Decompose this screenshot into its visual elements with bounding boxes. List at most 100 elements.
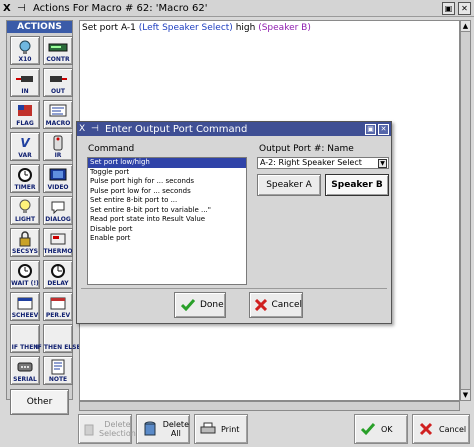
tool-label: PER.EV bbox=[45, 312, 71, 319]
output-port-select[interactable]: A-2: Right Speaker Select ▼ bbox=[257, 157, 389, 169]
actions-palette: ACTIONS X10 CONTR IN OUT FLAG MACRO V VA… bbox=[6, 20, 81, 415]
light-icon bbox=[18, 197, 32, 216]
print-button[interactable]: Print bbox=[194, 414, 248, 444]
palette-header: ACTIONS bbox=[7, 21, 72, 33]
pin-icon[interactable]: ⊣ bbox=[17, 3, 29, 14]
tool-light[interactable]: LIGHT bbox=[10, 196, 40, 225]
vertical-scrollbar[interactable]: ▲ ▼ bbox=[460, 20, 471, 401]
tool-label: IR bbox=[54, 152, 62, 159]
command-item[interactable]: Enable port bbox=[88, 234, 246, 244]
tool-perev[interactable]: PER.EV bbox=[43, 292, 73, 321]
cancel-main-button[interactable]: Cancel bbox=[412, 414, 470, 444]
delete-all-icon bbox=[141, 420, 159, 438]
tool-serial[interactable]: SERIAL bbox=[10, 356, 40, 385]
printer-icon bbox=[199, 420, 217, 438]
delete-all-button[interactable]: Delete All bbox=[136, 414, 190, 444]
chevron-down-icon[interactable]: ▼ bbox=[378, 159, 387, 168]
tool-label: VAR bbox=[18, 152, 32, 159]
command-list[interactable]: Set port low/high Toggle port Pulse port… bbox=[87, 157, 247, 285]
tool-label: SCHEEV bbox=[11, 312, 39, 319]
serial-icon bbox=[16, 357, 34, 376]
action-port: (Left Speaker Select) bbox=[138, 23, 233, 33]
dialog-divider bbox=[81, 288, 387, 289]
cancel-x-icon bbox=[417, 420, 435, 438]
dialog-titlebar: X ⊣ Enter Output Port Command ▣ ✕ bbox=[77, 122, 391, 136]
input-icon bbox=[15, 69, 35, 88]
horizontal-scrollbar[interactable] bbox=[79, 401, 460, 411]
tool-ir[interactable]: IR bbox=[43, 132, 73, 161]
dialog-maximize-button[interactable]: ▣ bbox=[365, 123, 376, 135]
tool-note[interactable]: NOTE bbox=[43, 356, 73, 385]
delete-selection-label-1: Delete bbox=[104, 420, 131, 429]
tool-label: SECSYS bbox=[12, 248, 38, 255]
command-item[interactable]: Disable port bbox=[88, 225, 246, 235]
window-title: Actions For Macro # 62: 'Macro 62' bbox=[33, 2, 208, 14]
tool-label: VIDEO bbox=[47, 184, 69, 191]
speaker-a-button[interactable]: Speaker A bbox=[257, 174, 321, 196]
command-item[interactable]: Set entire 8-bit port to variable ..." bbox=[88, 206, 246, 216]
window-titlebar: X ⊣ Actions For Macro # 62: 'Macro 62' ▣… bbox=[0, 0, 474, 17]
macro-icon bbox=[49, 101, 67, 120]
command-item[interactable]: Toggle port bbox=[88, 168, 246, 178]
tool-if-then-else[interactable]: IF THEN ELSE bbox=[35, 324, 81, 353]
delay-icon bbox=[50, 261, 66, 280]
tool-in[interactable]: IN bbox=[10, 68, 40, 97]
dialog-icon bbox=[50, 197, 66, 216]
command-item[interactable]: Pulse port high for ... seconds bbox=[88, 177, 246, 187]
tool-label: WAIT (!) bbox=[11, 280, 39, 287]
ir-icon bbox=[51, 133, 65, 152]
command-item[interactable]: Pulse port low for ... seconds bbox=[88, 187, 246, 197]
tool-wait[interactable]: WAIT (!) bbox=[10, 260, 40, 289]
dialog-pin-icon[interactable]: ⊣ bbox=[91, 124, 105, 134]
tool-contr[interactable]: CONTR bbox=[43, 36, 73, 65]
ok-button[interactable]: OK bbox=[354, 414, 408, 444]
timer-icon bbox=[17, 165, 33, 184]
close-button[interactable]: ✕ bbox=[458, 1, 471, 15]
dialog-cancel-button[interactable]: Cancel bbox=[249, 292, 303, 318]
dialog-title: Enter Output Port Command bbox=[105, 123, 248, 135]
tool-macro[interactable]: MACRO bbox=[43, 100, 73, 129]
done-label: Done bbox=[200, 300, 224, 310]
tool-label: IN bbox=[21, 88, 29, 95]
tool-label: MACRO bbox=[45, 120, 71, 127]
tool-label: OUT bbox=[50, 88, 66, 95]
command-item[interactable]: Set entire 8-bit port to ... bbox=[88, 196, 246, 206]
command-item[interactable]: Read port state into Result Value bbox=[88, 215, 246, 225]
speaker-b-button[interactable]: Speaker B bbox=[325, 174, 389, 196]
tool-label: X10 bbox=[18, 56, 32, 63]
tool-delay[interactable]: DELAY bbox=[43, 260, 73, 289]
maximize-button[interactable]: ▣ bbox=[442, 1, 455, 15]
output-icon bbox=[48, 69, 68, 88]
delete-all-label-2: All bbox=[170, 429, 181, 438]
delete-selection-button[interactable]: Delete Selection bbox=[78, 414, 136, 444]
tool-out[interactable]: OUT bbox=[43, 68, 73, 97]
tool-timer[interactable]: TIMER bbox=[10, 164, 40, 193]
action-name: (Speaker B) bbox=[258, 23, 311, 33]
tool-secsys[interactable]: SECSYS bbox=[10, 228, 40, 257]
periodic-event-icon bbox=[50, 293, 66, 312]
done-button[interactable]: Done bbox=[174, 292, 226, 318]
tool-thermo[interactable]: THERMO bbox=[43, 228, 73, 257]
port-label: Output Port #: Name bbox=[259, 144, 354, 154]
other-button[interactable]: Other bbox=[10, 389, 69, 415]
ok-label: OK bbox=[381, 424, 393, 434]
tool-dialog[interactable]: DIALOG bbox=[43, 196, 73, 225]
tool-scheev[interactable]: SCHEEV bbox=[10, 292, 40, 321]
x10-icon bbox=[18, 37, 32, 56]
check-icon bbox=[180, 297, 196, 313]
scroll-up-icon[interactable]: ▲ bbox=[461, 21, 470, 32]
controller-icon bbox=[48, 37, 68, 56]
scroll-down-icon[interactable]: ▼ bbox=[461, 389, 470, 400]
tool-flag[interactable]: FLAG bbox=[10, 100, 40, 129]
dialog-close-button[interactable]: ✕ bbox=[378, 123, 389, 135]
dialog-app-icon[interactable]: X bbox=[79, 124, 91, 134]
tool-x10[interactable]: X10 bbox=[10, 36, 40, 65]
app-icon[interactable]: X bbox=[3, 3, 17, 14]
tool-label: THERMO bbox=[43, 248, 73, 255]
tool-var[interactable]: V VAR bbox=[10, 132, 40, 161]
note-icon bbox=[51, 357, 65, 376]
tool-label: IF THEN ELSE bbox=[35, 344, 81, 351]
command-item[interactable]: Set port low/high bbox=[88, 158, 246, 168]
tool-video[interactable]: VIDEO bbox=[43, 164, 73, 193]
action-line[interactable]: Set port A-1 (Left Speaker Select) high … bbox=[80, 21, 459, 35]
